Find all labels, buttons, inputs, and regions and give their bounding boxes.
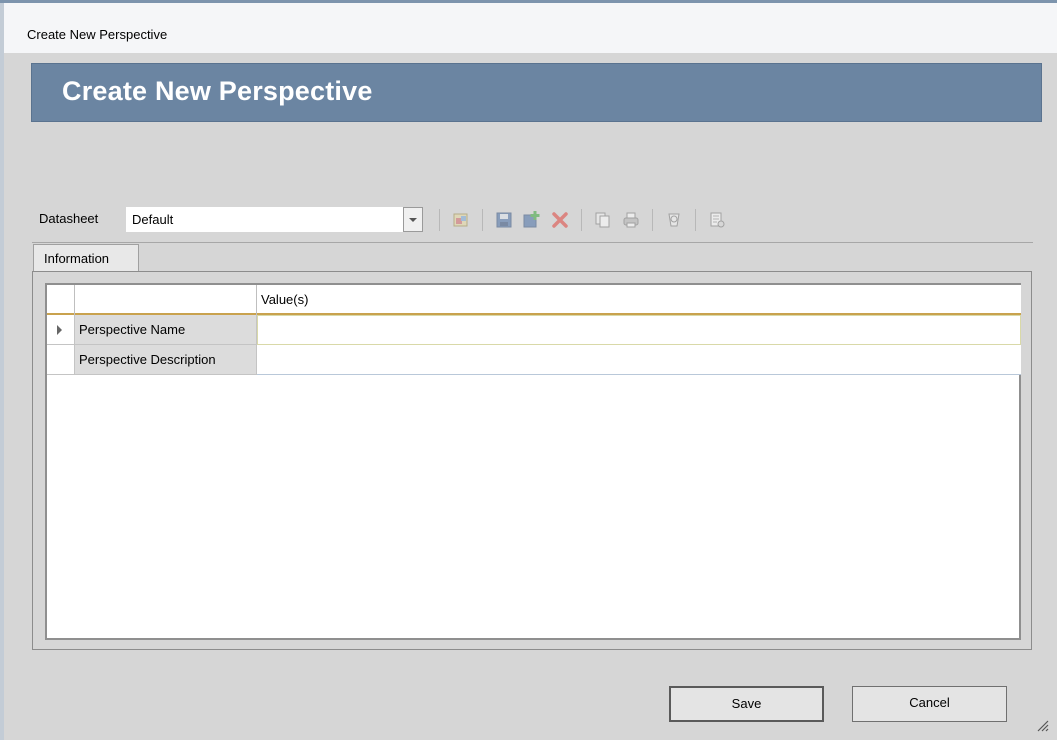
datasheet-dropdown[interactable]: Default — [126, 207, 423, 232]
datasheet-value: Default — [132, 212, 174, 227]
tab-information-label: Information — [44, 251, 110, 266]
perspective-description-label: Perspective Description — [79, 352, 216, 367]
table-row[interactable]: Perspective Description — [47, 345, 1021, 375]
row-selector-header — [47, 285, 75, 315]
page-banner: Create New Perspective — [31, 63, 1042, 122]
tab-information[interactable]: Information — [33, 244, 139, 271]
save-icon[interactable] — [493, 209, 515, 231]
toolbar-separator — [439, 209, 440, 231]
add-icon[interactable] — [521, 209, 543, 231]
banner-title: Create New Perspective — [62, 76, 373, 106]
cancel-button[interactable]: Cancel — [852, 686, 1007, 722]
field-name-cell: Perspective Name — [75, 315, 257, 345]
perspective-name-label: Perspective Name — [79, 322, 186, 337]
toolbar-separator — [581, 209, 582, 231]
reference-icon[interactable] — [706, 209, 728, 231]
title-bar: Create New Perspective — [0, 3, 1057, 53]
information-grid: Value(s) Perspective Name Perspective De… — [45, 283, 1021, 640]
grid-header-row: Value(s) — [47, 285, 1021, 315]
datasheet-label: Datasheet — [39, 211, 99, 226]
dialog-window: Create New Perspective Create New Perspe… — [0, 0, 1057, 740]
toolbar — [432, 206, 731, 234]
toolbar-separator — [652, 209, 653, 231]
save-button[interactable]: Save — [669, 686, 824, 722]
copy-icon[interactable] — [592, 209, 614, 231]
field-name-cell: Perspective Description — [75, 345, 257, 375]
table-row[interactable]: Perspective Name — [47, 315, 1021, 345]
delete-icon[interactable] — [549, 209, 571, 231]
window-left-edge — [0, 3, 4, 740]
tabstrip-divider — [32, 242, 1033, 243]
query-icon[interactable] — [663, 209, 685, 231]
current-row-arrow-icon — [57, 325, 62, 335]
value-column-header[interactable]: Value(s) — [257, 285, 1021, 315]
perspective-description-field[interactable] — [257, 345, 1021, 375]
toolbar-separator — [695, 209, 696, 231]
resize-grip-icon[interactable] — [1035, 718, 1049, 732]
chevron-down-icon[interactable] — [403, 207, 423, 232]
window-title: Create New Perspective — [27, 27, 168, 42]
name-column-header — [75, 285, 257, 315]
row-selector[interactable] — [47, 315, 75, 345]
toolbar-separator — [482, 209, 483, 231]
new-record-icon[interactable] — [450, 209, 472, 231]
perspective-name-field[interactable] — [257, 315, 1021, 345]
row-selector[interactable] — [47, 345, 75, 375]
value-column-header-label: Value(s) — [261, 292, 309, 307]
print-icon[interactable] — [620, 209, 642, 231]
